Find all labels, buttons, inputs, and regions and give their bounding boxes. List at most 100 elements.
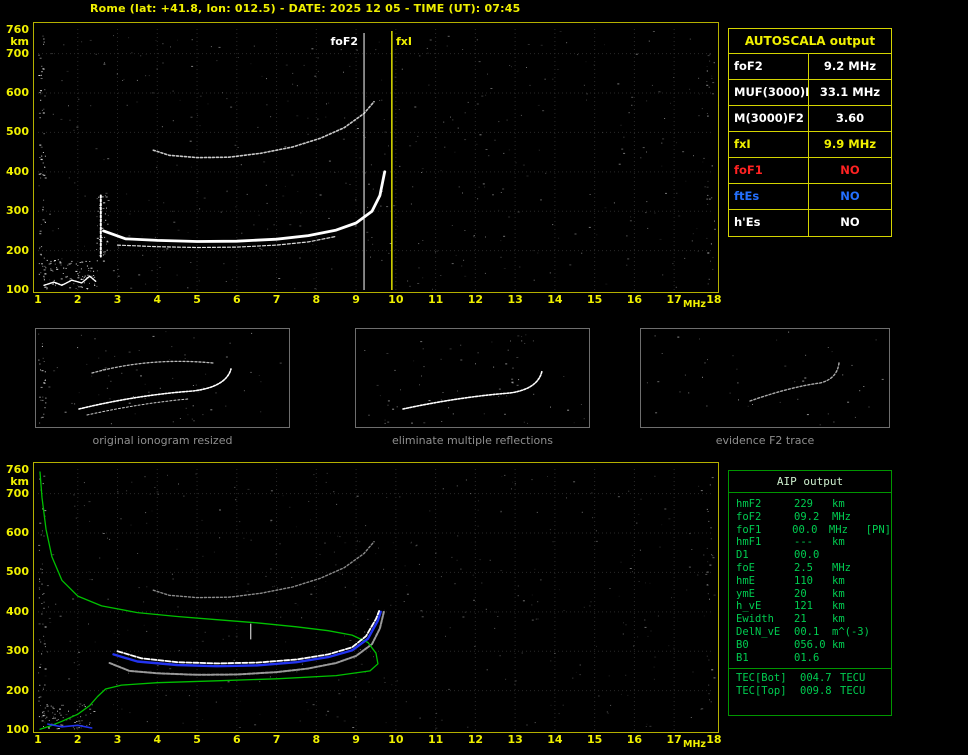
aip-row: hmF1 --- km (729, 536, 891, 549)
top-y-tick: 600 (6, 86, 29, 100)
autoscala-value: 9.2 MHz (823, 59, 877, 73)
bottom-x-tick: 10 (388, 733, 404, 746)
aip-tec-unit: TECU (840, 685, 866, 698)
aip-note (870, 549, 891, 562)
bottom-x-tick: 16 (626, 733, 643, 746)
aip-note (870, 626, 891, 639)
bottom-x-tick: 12 (467, 733, 484, 746)
top-y-tick: 200 (6, 243, 29, 257)
bottom-x-tick: 17 (666, 733, 682, 746)
top-x-tick: 15 (586, 293, 603, 306)
aip-tec-separator (729, 668, 891, 670)
bottom-x-tick: 1 (34, 733, 42, 746)
aip-value: 121 (794, 600, 813, 613)
aip-row: D1 00.0 (729, 549, 891, 562)
aip-unit: MHz (832, 510, 851, 523)
bottom-x-tick: 6 (232, 733, 241, 746)
aip-value: 00.0 (792, 523, 818, 536)
aip-param: h_vE (736, 600, 762, 613)
aip-row: B0 056.0 km (729, 639, 891, 652)
bottom-y-tick: 700 (6, 486, 29, 500)
aip-note (870, 639, 891, 652)
bottom-y-tick: 500 (6, 565, 29, 579)
fof2-marker-label: foF2 (326, 35, 360, 48)
aip-param: B1 (736, 651, 749, 664)
autoscala-param: ftEs (729, 184, 809, 209)
top-x-tick: 4 (153, 293, 162, 306)
top-x-tick: 7 (272, 293, 281, 306)
aip-note (870, 498, 891, 511)
top-x-unit: MHz (683, 299, 706, 310)
top-x-tick: 8 (312, 293, 321, 306)
top-y-tick: 500 (6, 125, 29, 139)
aip-row: foE 2.5 MHz (729, 562, 891, 575)
bottom-x-tick: 15 (586, 733, 603, 746)
aip-unit: MHz (828, 523, 848, 536)
aip-param: foE (736, 561, 755, 574)
aip-note (870, 588, 891, 601)
aip-param: Ewidth (736, 613, 774, 626)
top-y-tick: 400 (6, 164, 29, 178)
autoscala-param: foF2 (729, 54, 809, 79)
aip-value: 00.0 (794, 549, 820, 562)
top-x-tick: 10 (388, 293, 404, 306)
aip-value: 056.0 (794, 638, 826, 651)
aip-param: D1 (736, 549, 749, 562)
bottom-x-tick: 9 (352, 733, 360, 746)
autoscala-row: foF2 9.2 MHz (729, 54, 891, 80)
aip-unit: km (832, 638, 845, 651)
aip-unit: km (832, 613, 845, 626)
bottom-x-tick: 8 (312, 733, 321, 746)
aip-unit: km (832, 600, 845, 613)
autoscala-param: h'Es (729, 210, 809, 236)
thumbnail-original-canvas (38, 331, 282, 425)
aip-row: hmF2 229 km (729, 498, 891, 511)
aip-row: DelN_vE 00.1 m^(-3) (729, 626, 891, 639)
aip-table-title: AIP output (729, 471, 891, 493)
autoscala-value: NO (840, 215, 860, 229)
autoscala-value: NO (840, 189, 860, 203)
top-x-tick: 16 (626, 293, 643, 306)
top-x-tick: 11 (427, 293, 444, 306)
aip-note: [PN] (865, 523, 891, 536)
aip-row: h_vE 121 km (729, 600, 891, 613)
aip-param: hmF2 (736, 498, 762, 510)
top-x-tick: 5 (193, 293, 201, 306)
autoscala-param: fxI (729, 132, 809, 157)
aip-row: hmE 110 km (729, 575, 891, 588)
thumbnail-caption-f2-trace: evidence F2 trace (715, 434, 815, 447)
aip-param: DelN_vE (736, 625, 781, 638)
aip-tec-row: TEC[Top] 009.8 TECU (729, 685, 891, 698)
bottom-y-tick: 400 (6, 604, 29, 618)
aip-row: foF1 00.0 MHz [PN] (729, 524, 891, 537)
aip-tec-param: TEC[Top] (736, 685, 787, 698)
aip-value: 20 (794, 587, 807, 600)
autoscala-row: foF1 NO (729, 158, 891, 184)
top-x-tick: 9 (352, 293, 360, 306)
bottom-y-tick: 100 (6, 723, 29, 736)
aip-value: 09.2 (794, 510, 820, 523)
autoscala-output-table: AUTOSCALA output foF2 9.2 MHz MUF(3000)F2 3… (728, 28, 892, 237)
top-ionogram-canvas (38, 29, 716, 290)
autoscala-param: foF1 (729, 158, 809, 183)
autoscala-row: ftEs NO (729, 184, 891, 210)
aip-value: 21 (794, 613, 807, 626)
aip-unit (832, 652, 870, 665)
top-x-tick: 18 (706, 293, 722, 306)
bottom-ionogram-plot (33, 462, 719, 733)
aip-note (870, 511, 891, 524)
aip-value: 00.1 (794, 625, 820, 638)
aip-unit: km (832, 536, 845, 549)
aip-unit (832, 549, 870, 562)
thumbnail-multiple-reflections (355, 328, 590, 428)
aip-unit: MHz (832, 561, 851, 574)
top-x-tick: 3 (113, 293, 122, 306)
top-y-unit: km (10, 35, 29, 48)
aip-param: foF1 (736, 523, 762, 536)
aip-row: Ewidth 21 km (729, 613, 891, 626)
top-x-tick: 12 (467, 293, 484, 306)
aip-row: foF2 09.2 MHz (729, 511, 891, 524)
top-x-tick: 6 (232, 293, 241, 306)
bottom-x-tick: 3 (113, 733, 122, 746)
aip-output-table: AIP output hmF2 229 km foF2 09.2 MHz foF1 00.0 M… (728, 470, 892, 716)
